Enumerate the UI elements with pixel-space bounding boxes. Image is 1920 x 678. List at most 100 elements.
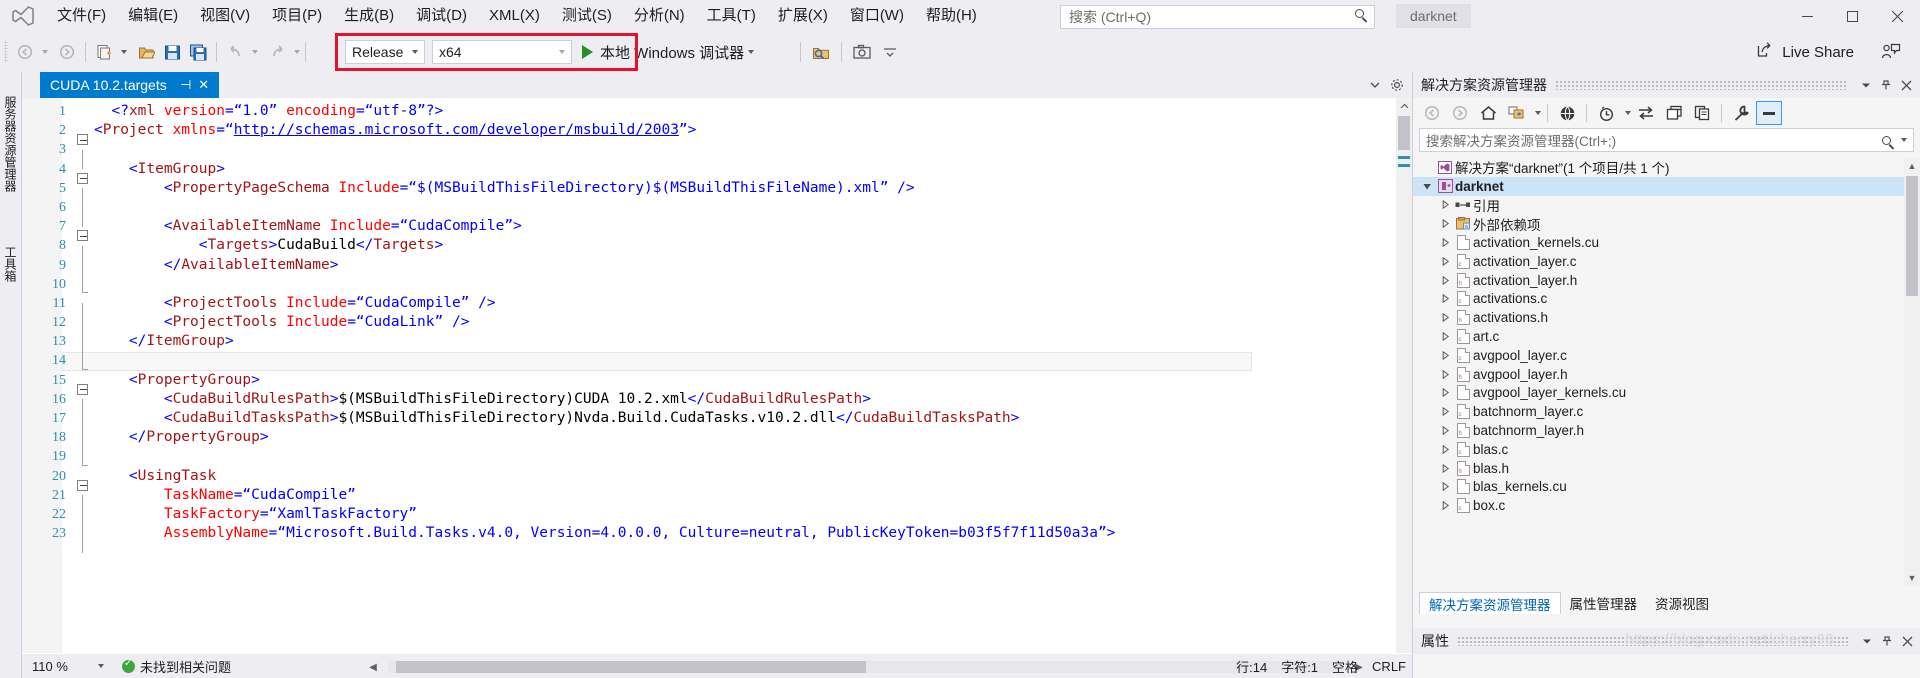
menu-window[interactable]: 窗口(W) <box>839 0 915 32</box>
home-icon[interactable] <box>1475 101 1501 125</box>
menu-help[interactable]: 帮助(H) <box>915 0 988 32</box>
undo-icon[interactable] <box>222 38 248 66</box>
navigate-backward-icon[interactable] <box>12 38 38 66</box>
editor-settings-icon[interactable] <box>1386 72 1408 98</box>
tree-row[interactable]: a 外部依赖项 <box>1413 214 1920 233</box>
open-file-icon[interactable] <box>133 38 159 66</box>
solution-configuration-dropdown[interactable]: Release <box>345 40 425 64</box>
editor-vertical-scrollbar[interactable] <box>1396 98 1412 653</box>
panel-menu-chevron-down-icon[interactable] <box>1857 630 1877 652</box>
zoom-level-dropdown[interactable]: 110 % <box>26 655 112 677</box>
chevron-right-icon[interactable] <box>1437 369 1453 379</box>
active-files-dropdown-icon[interactable] <box>1364 72 1386 98</box>
tree-row[interactable]: c box.c <box>1413 496 1920 515</box>
attach-to-process-icon[interactable] <box>808 38 834 66</box>
chevron-down-icon[interactable] <box>748 50 755 54</box>
new-project-dropdown-icon[interactable] <box>121 50 127 54</box>
editor-horizontal-scrollbar[interactable]: ◀ ▶ <box>366 658 1366 676</box>
tree-row[interactable]: activation_kernels.cu <box>1413 233 1920 252</box>
pin-icon[interactable]: ⊣ <box>177 77 195 93</box>
tree-row[interactable]: h activations.h <box>1413 308 1920 327</box>
chevron-down-icon[interactable] <box>1419 182 1435 191</box>
tree-row[interactable]: c art.c <box>1413 327 1920 346</box>
menu-edit[interactable]: 编辑(E) <box>117 0 189 32</box>
menu-xml[interactable]: XML(X) <box>478 0 551 32</box>
menu-file[interactable]: 文件(F) <box>46 0 117 32</box>
panel-menu-chevron-down-icon[interactable] <box>1856 74 1876 96</box>
chevron-right-icon[interactable] <box>1437 332 1453 342</box>
menu-build[interactable]: 生成(B) <box>333 0 405 32</box>
menu-project[interactable]: 项目(P) <box>261 0 333 32</box>
solution-explorer-search-input[interactable]: 搜索解决方案资源管理器(Ctrl+;) <box>1419 128 1914 152</box>
tree-row[interactable]: 引用 <box>1413 196 1920 215</box>
close-icon[interactable]: ✕ <box>195 77 213 93</box>
close-button[interactable] <box>1875 0 1920 32</box>
solution-platform-dropdown[interactable]: x64 <box>432 40 572 64</box>
close-icon[interactable] <box>1897 630 1917 652</box>
chevron-right-icon[interactable] <box>1437 219 1453 229</box>
chevron-right-icon[interactable] <box>1437 501 1453 511</box>
close-icon[interactable] <box>1896 74 1916 96</box>
solution-tree-scroll-thumb[interactable] <box>1906 176 1918 296</box>
editor-hscroll-thumb[interactable] <box>396 661 866 673</box>
chevron-right-icon[interactable] <box>1437 200 1453 210</box>
tab-resource-view[interactable]: 资源视图 <box>1646 592 1718 614</box>
live-share-button[interactable]: Live Share <box>1749 38 1862 66</box>
tree-row[interactable]: avgpool_layer_kernels.cu <box>1413 384 1920 403</box>
chevron-down-icon[interactable] <box>1535 111 1541 115</box>
tree-row[interactable]: blas_kernels.cu <box>1413 478 1920 497</box>
navigate-backward-dropdown-icon[interactable] <box>42 50 48 54</box>
chevron-right-icon[interactable] <box>1437 256 1453 266</box>
save-file-icon[interactable] <box>159 38 185 66</box>
menu-test[interactable]: 测试(S) <box>551 0 623 32</box>
solution-tree-scrollbar[interactable]: ▲ ▼ <box>1904 158 1920 586</box>
undo-dropdown-icon[interactable] <box>252 50 258 54</box>
show-all-files-icon[interactable] <box>1554 101 1580 125</box>
tree-row[interactable]: c batchnorm_layer.c <box>1413 402 1920 421</box>
start-debugging-button[interactable]: 本地 Windows 调试器 <box>578 38 758 66</box>
chevron-right-icon[interactable] <box>1437 350 1453 360</box>
tree-row[interactable]: h batchnorm_layer.h <box>1413 421 1920 440</box>
pending-changes-filter-icon[interactable] <box>1593 101 1619 125</box>
send-feedback-icon[interactable] <box>1878 38 1904 66</box>
properties-wrench-icon[interactable] <box>1728 101 1754 125</box>
tree-row-solution[interactable]: 解决方案“darknet”(1 个项目/共 1 个) <box>1413 158 1920 177</box>
tree-row[interactable]: c activation_layer.c <box>1413 252 1920 271</box>
tree-row[interactable]: h avgpool_layer.h <box>1413 365 1920 384</box>
chevron-right-icon[interactable] <box>1437 388 1453 398</box>
pin-icon[interactable] <box>1876 74 1896 96</box>
chevron-right-icon[interactable] <box>1437 294 1453 304</box>
document-tab-cuda-targets[interactable]: CUDA 10.2.targets ⊣ ✕ <box>40 72 219 98</box>
maximize-button[interactable] <box>1830 0 1875 32</box>
scroll-up-icon[interactable] <box>1396 98 1412 114</box>
forward-icon[interactable] <box>1447 101 1473 125</box>
tab-property-manager[interactable]: 属性管理器 <box>1561 592 1647 614</box>
save-all-icon[interactable] <box>185 38 211 66</box>
tree-row[interactable]: c avgpool_layer.c <box>1413 346 1920 365</box>
toolbox-tab[interactable]: 工具箱 <box>1 240 21 288</box>
redo-icon[interactable] <box>264 38 290 66</box>
tab-solution-explorer[interactable]: 解决方案资源管理器 <box>1419 592 1561 614</box>
tree-row[interactable]: c activations.c <box>1413 290 1920 309</box>
tree-row[interactable]: c blas.c <box>1413 440 1920 459</box>
chevron-right-icon[interactable] <box>1437 407 1453 417</box>
preview-selected-items-icon[interactable] <box>1756 101 1782 125</box>
scroll-up-icon[interactable]: ▲ <box>1904 158 1920 174</box>
menu-debug[interactable]: 调试(D) <box>405 0 478 32</box>
editor-scroll-thumb[interactable] <box>1398 116 1410 150</box>
tree-row[interactable]: darknet <box>1413 176 1920 196</box>
chevron-right-icon[interactable] <box>1437 426 1453 436</box>
chevron-right-icon[interactable] <box>1437 444 1453 454</box>
toolbar-overflow-icon[interactable] <box>877 38 903 66</box>
minimize-button[interactable] <box>1785 0 1830 32</box>
chevron-right-icon[interactable] <box>1437 238 1453 248</box>
chevron-right-icon[interactable] <box>1437 275 1453 285</box>
error-summary[interactable]: 未找到相关问题 <box>122 657 231 676</box>
collapse-all-icon[interactable] <box>1503 101 1529 125</box>
tree-row[interactable]: h blas.h <box>1413 459 1920 478</box>
navigate-forward-icon[interactable] <box>54 38 80 66</box>
new-project-icon[interactable] <box>91 38 117 66</box>
chevron-right-icon[interactable] <box>1437 482 1453 492</box>
toolbar-grip[interactable] <box>0 32 12 72</box>
server-explorer-tab[interactable]: 服务器资源管理器 <box>1 90 21 198</box>
